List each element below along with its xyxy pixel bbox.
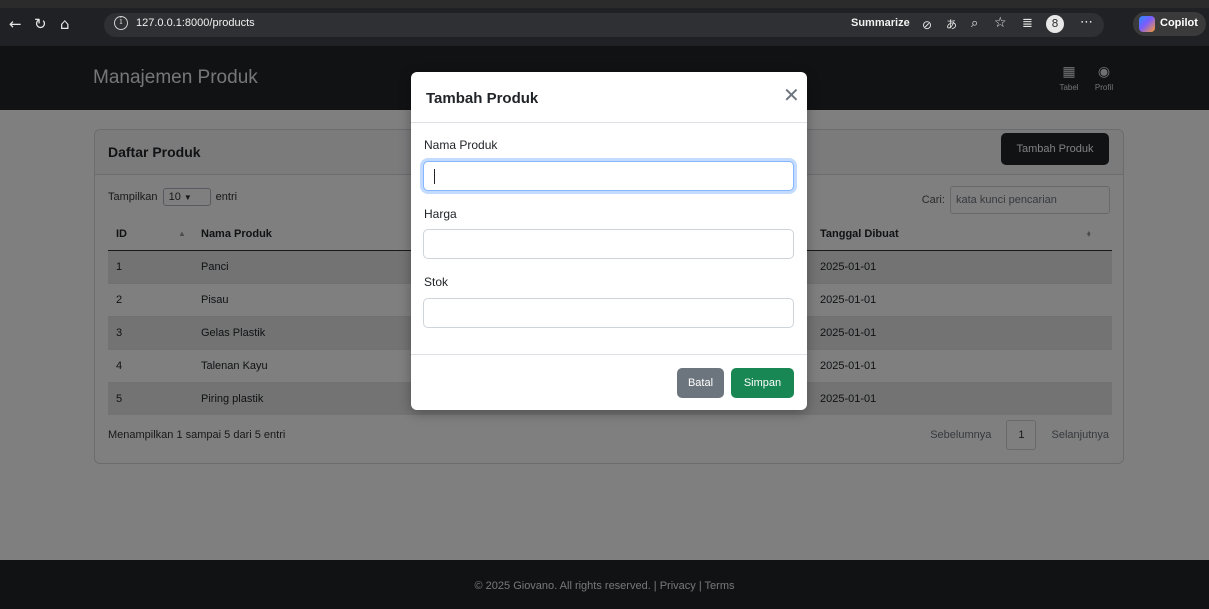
- price-label: Harga: [424, 207, 457, 221]
- refresh-icon[interactable]: ↻: [34, 16, 47, 32]
- stock-label: Stok: [424, 275, 449, 289]
- modal-header-divider: [411, 122, 807, 123]
- home-icon[interactable]: ⌂: [60, 16, 70, 32]
- stock-input[interactable]: [423, 298, 794, 328]
- profile-avatar[interactable]: 8: [1046, 15, 1064, 33]
- add-product-modal: Tambah Produk ✕ Nama Produk Harga Stok B…: [411, 72, 807, 410]
- more-options-icon[interactable]: ⋯: [1080, 15, 1093, 31]
- modal-footer-divider: [411, 354, 807, 355]
- copilot-label: Copilot: [1160, 17, 1198, 29]
- favorites-list-icon[interactable]: ≣: [1022, 16, 1033, 32]
- price-input[interactable]: [423, 229, 794, 259]
- back-arrow-icon[interactable]: ←: [9, 16, 22, 32]
- close-icon[interactable]: ✕: [783, 85, 800, 105]
- read-aloud-icon[interactable]: あ: [946, 17, 957, 33]
- product-name-input[interactable]: [423, 161, 794, 191]
- translate-icon[interactable]: ⊘: [922, 17, 932, 33]
- zoom-icon[interactable]: ⌕: [971, 16, 978, 32]
- copilot-button[interactable]: Copilot: [1133, 12, 1206, 36]
- address-url[interactable]: 127.0.0.1:8000/products: [136, 17, 255, 29]
- copilot-icon: [1139, 16, 1155, 32]
- browser-tab-strip: [0, 0, 1209, 8]
- text-caret: [434, 169, 435, 184]
- product-name-label: Nama Produk: [424, 138, 498, 152]
- cancel-button[interactable]: Batal: [677, 368, 724, 398]
- modal-title: Tambah Produk: [426, 90, 539, 107]
- save-button[interactable]: Simpan: [731, 368, 794, 398]
- info-icon[interactable]: i: [114, 16, 128, 30]
- favorite-star-icon[interactable]: ☆: [994, 15, 1007, 31]
- summarize-button[interactable]: Summarize: [851, 17, 910, 29]
